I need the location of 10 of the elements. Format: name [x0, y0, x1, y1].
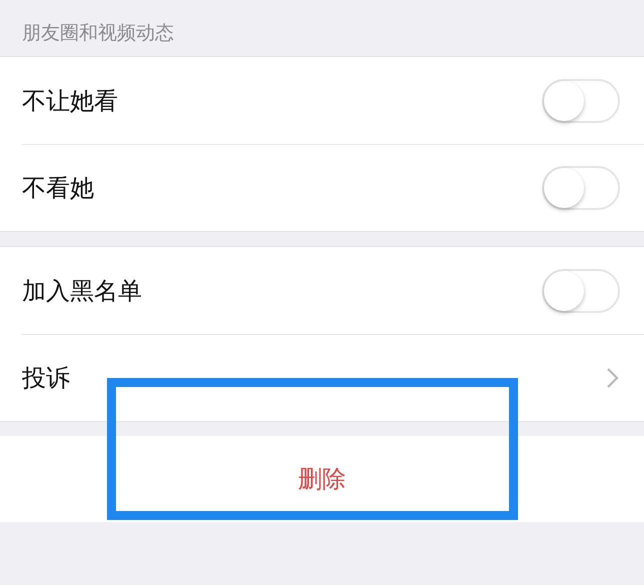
toggle-switch[interactable] [542, 78, 620, 122]
row-label: 加入黑名单 [22, 276, 143, 306]
row-label: 不让她看 [22, 86, 119, 116]
row-label: 投诉 [22, 362, 71, 394]
row-label: 不看她 [22, 172, 95, 204]
toggle-switch[interactable] [542, 268, 620, 312]
delete-button[interactable]: 删除 [0, 436, 644, 522]
section-header: 朋友圈和视频动态 [22, 22, 174, 44]
chevron-icon [606, 366, 620, 388]
toggle-switch[interactable] [542, 166, 620, 210]
